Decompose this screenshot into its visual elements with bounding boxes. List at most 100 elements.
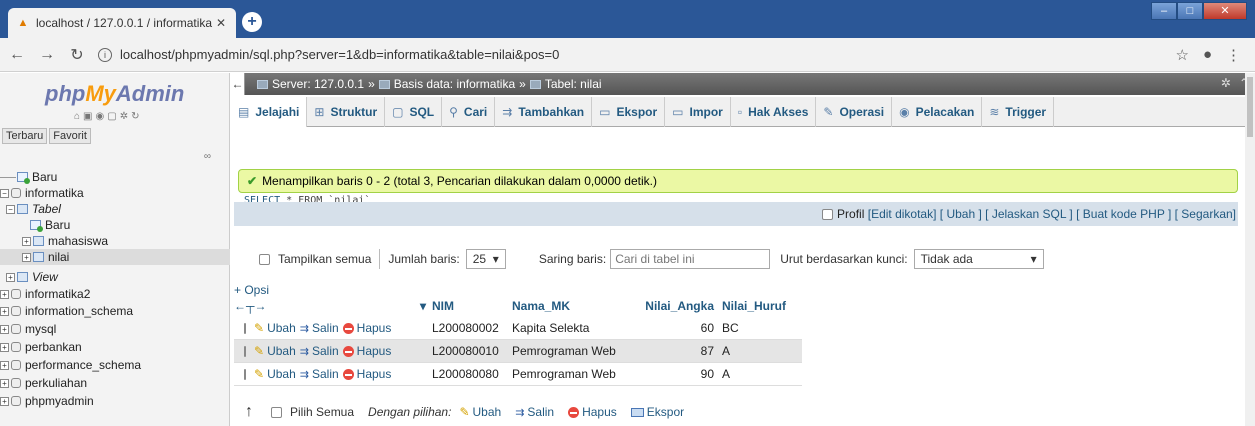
- header-nama-mk[interactable]: Nama_MK: [512, 299, 642, 313]
- sort-icon[interactable]: ▾: [384, 299, 432, 313]
- reload-icon[interactable]: ↻: [64, 45, 90, 65]
- tab-search[interactable]: ⚲ Cari: [442, 97, 496, 127]
- edit-inline-link[interactable]: [Edit dikotak]: [868, 207, 937, 221]
- collapse-nav-icon[interactable]: ←: [231, 73, 245, 95]
- tree-item-tables[interactable]: − Tabel: [0, 201, 230, 217]
- expand-icon[interactable]: +: [0, 324, 9, 334]
- tree-item-nilai[interactable]: + nilai: [0, 249, 230, 265]
- tab-sql[interactable]: ▢ SQL: [385, 97, 443, 127]
- tree-item-db[interactable]: + perbankan: [0, 339, 230, 355]
- row-checkbox[interactable]: [244, 368, 246, 380]
- tab-structure[interactable]: ⊞ Struktur: [307, 97, 386, 127]
- check-all-label[interactable]: Pilih Semua: [290, 405, 354, 419]
- tab-insert[interactable]: ⇉ Tambahkan: [495, 97, 593, 127]
- maximize-icon[interactable]: □: [1177, 2, 1203, 20]
- expand-icon[interactable]: +: [0, 306, 9, 316]
- explain-sql-link[interactable]: [ Jelaskan SQL ]: [985, 207, 1073, 221]
- tree-item-views[interactable]: + View: [0, 269, 230, 285]
- bulk-edit-button[interactable]: ✎ Ubah: [459, 405, 501, 419]
- tree-item-mahasiswa[interactable]: + mahasiswa: [0, 233, 230, 249]
- tab-import[interactable]: ▭ Impor: [665, 97, 731, 127]
- row-checkbox[interactable]: [244, 345, 246, 357]
- breadcrumb-table[interactable]: Tabel: nilai: [545, 77, 602, 91]
- header-nim[interactable]: NIM: [432, 299, 512, 313]
- account-icon[interactable]: ●: [1203, 46, 1212, 64]
- breadcrumb-database[interactable]: Basis data: informatika: [394, 77, 515, 91]
- close-icon[interactable]: ✕: [214, 16, 228, 30]
- docs-icon[interactable]: ◉: [96, 111, 105, 122]
- collapse-icon[interactable]: −: [6, 204, 15, 214]
- new-tab-icon[interactable]: +: [242, 12, 262, 32]
- edit-button[interactable]: ✎ Ubah: [254, 344, 296, 358]
- expand-icon[interactable]: +: [0, 396, 9, 406]
- minimize-icon[interactable]: –: [1151, 2, 1177, 20]
- tree-item-new-table[interactable]: Baru: [0, 217, 230, 233]
- window-close-icon[interactable]: ✕: [1203, 2, 1247, 20]
- check-all-checkbox[interactable]: [271, 406, 282, 418]
- rows-select[interactable]: 25 ▾: [465, 249, 506, 269]
- bookmark-star-icon[interactable]: ☆: [1175, 46, 1188, 64]
- expand-icon[interactable]: +: [6, 272, 15, 282]
- delete-button[interactable]: Hapus: [342, 367, 391, 381]
- tab-privileges[interactable]: ▫ Hak Akses: [731, 97, 817, 127]
- breadcrumb-server[interactable]: Server: 127.0.0.1: [272, 77, 364, 91]
- row-checkbox[interactable]: [244, 322, 246, 334]
- expand-icon[interactable]: +: [22, 236, 31, 246]
- collapse-icon[interactable]: −: [0, 188, 9, 198]
- header-nilai-angka[interactable]: Nilai_Angka: [642, 299, 722, 313]
- settings-gear-icon[interactable]: ✲: [1221, 76, 1231, 90]
- refresh-link[interactable]: [ Segarkan]: [1175, 207, 1236, 221]
- link-icon[interactable]: ∞: [204, 151, 211, 162]
- tree-item-db[interactable]: + informatika2: [0, 286, 230, 302]
- copy-button[interactable]: ⇉ Salin: [300, 321, 339, 335]
- tab-tracking[interactable]: ◉ Pelacakan: [892, 97, 983, 127]
- copy-button[interactable]: ⇉ Salin: [300, 344, 339, 358]
- menu-icon[interactable]: ⋮: [1226, 46, 1241, 64]
- tab-browse[interactable]: ▤ Jelajahi: [231, 97, 308, 127]
- tree-item-db[interactable]: + mysql: [0, 321, 230, 337]
- edit-button[interactable]: ✎ Ubah: [254, 321, 296, 335]
- expand-icon[interactable]: +: [0, 342, 9, 352]
- edit-link[interactable]: [ Ubah ]: [940, 207, 982, 221]
- sql-docs-icon[interactable]: ▢: [107, 111, 116, 122]
- create-php-link[interactable]: [ Buat kode PHP ]: [1076, 207, 1171, 221]
- delete-button[interactable]: Hapus: [342, 321, 391, 335]
- tree-item-informatika[interactable]: − informatika: [0, 185, 230, 201]
- bulk-copy-button[interactable]: ⇉ Salin: [515, 405, 554, 419]
- recent-button[interactable]: Terbaru: [2, 128, 48, 144]
- favorite-button[interactable]: Favorit: [49, 128, 91, 144]
- expand-icon[interactable]: +: [0, 360, 9, 370]
- logout-icon[interactable]: ▣: [83, 111, 92, 122]
- show-all-checkbox[interactable]: [259, 253, 270, 265]
- copy-button[interactable]: ⇉ Salin: [300, 367, 339, 381]
- header-nilai-huruf[interactable]: Nilai_Huruf: [722, 299, 802, 313]
- tree-item-db[interactable]: + performance_schema: [0, 357, 230, 373]
- sort-select[interactable]: Tidak ada ▾: [913, 249, 1044, 269]
- tree-item-new[interactable]: Baru: [0, 169, 230, 185]
- edit-button[interactable]: ✎ Ubah: [254, 367, 296, 381]
- pma-logo[interactable]: phpMyAdmin: [45, 81, 184, 107]
- bulk-export-button[interactable]: Ekspor: [630, 405, 684, 419]
- delete-button[interactable]: Hapus: [342, 344, 391, 358]
- expand-icon[interactable]: +: [22, 252, 31, 262]
- scroll-thumb[interactable]: [1247, 77, 1253, 137]
- tree-item-db[interactable]: + perkuliahan: [0, 375, 230, 391]
- bulk-delete-button[interactable]: Hapus: [568, 405, 617, 419]
- browser-tab[interactable]: ▲ localhost / 127.0.0.1 / informatika ✕: [8, 8, 236, 38]
- tree-item-db[interactable]: + phpmyadmin: [0, 393, 230, 409]
- reload-nav-icon[interactable]: ↻: [131, 111, 139, 122]
- tab-export[interactable]: ▭ Ekspor: [592, 97, 666, 127]
- info-icon[interactable]: i: [98, 47, 112, 62]
- tab-operations[interactable]: ✎ Operasi: [816, 97, 893, 127]
- tab-triggers[interactable]: ≋ Trigger: [982, 97, 1055, 127]
- tree-item-db[interactable]: + information_schema: [0, 303, 230, 319]
- url-input[interactable]: i localhost/phpmyadmin/sql.php?server=1&…: [98, 42, 1175, 68]
- expand-icon[interactable]: +: [0, 378, 9, 388]
- expand-icon[interactable]: +: [0, 289, 9, 299]
- back-icon[interactable]: ←: [4, 46, 30, 64]
- home-icon[interactable]: ⌂: [74, 111, 80, 122]
- forward-icon[interactable]: →: [34, 46, 60, 64]
- profile-checkbox[interactable]: [822, 208, 834, 220]
- filter-input[interactable]: Cari di tabel ini: [610, 249, 771, 269]
- scrollbar[interactable]: [1245, 73, 1255, 426]
